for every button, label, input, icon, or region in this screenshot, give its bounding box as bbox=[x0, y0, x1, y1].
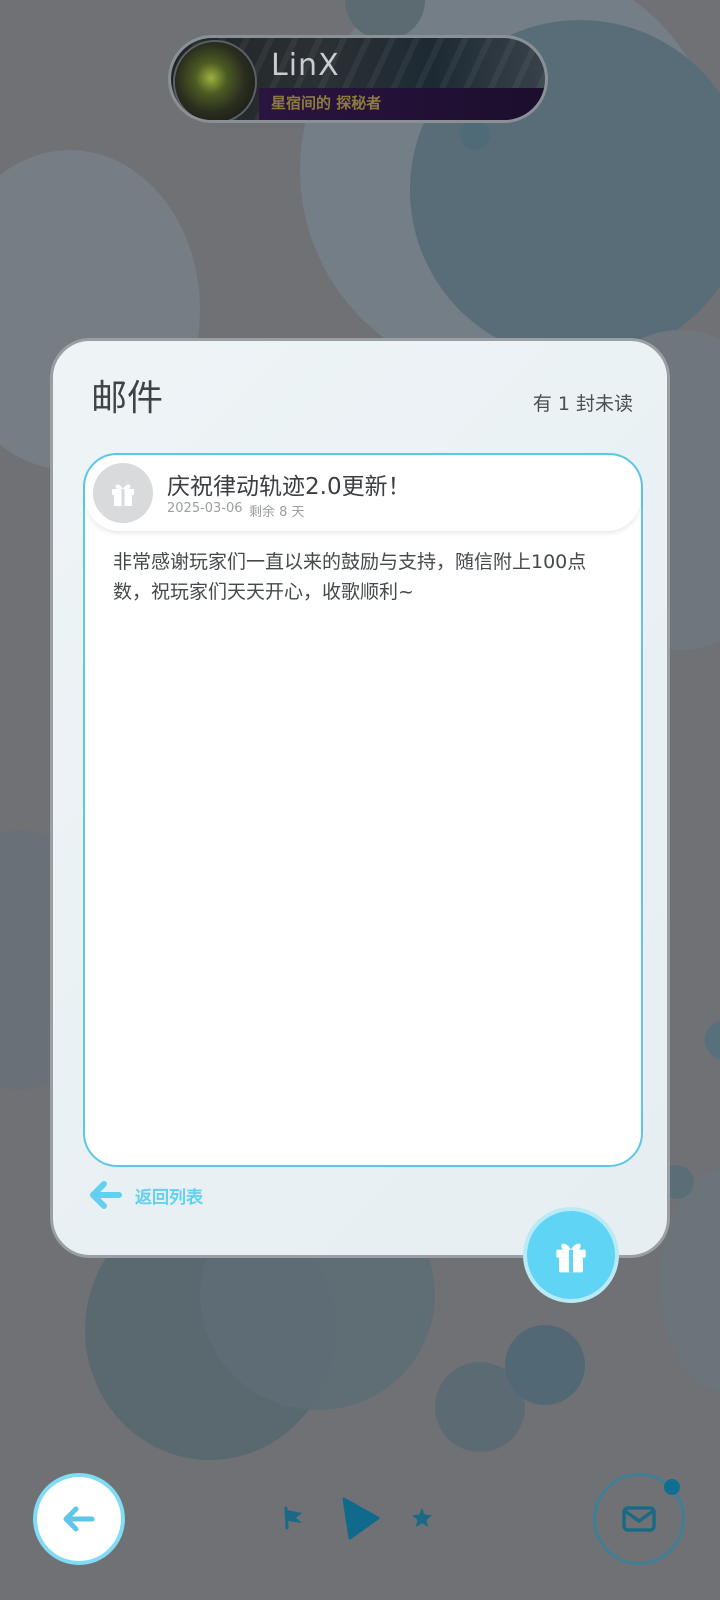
bg-bubble bbox=[705, 1020, 720, 1060]
mail-header: 庆祝律动轨迹2.0更新！ 2025-03-06 剩余 8 天 bbox=[85, 455, 641, 531]
player-name: LinX bbox=[271, 48, 340, 83]
mail-detail: 庆祝律动轨迹2.0更新！ 2025-03-06 剩余 8 天 非常感谢玩家们一直… bbox=[83, 453, 643, 1303]
player-profile-card[interactable]: LinX 星宿间的 探秘者 bbox=[168, 35, 548, 123]
claim-gift-button[interactable] bbox=[523, 1207, 619, 1303]
back-button[interactable] bbox=[33, 1473, 125, 1565]
envelope-icon bbox=[622, 1506, 656, 1532]
back-to-list-label: 返回列表 bbox=[135, 1187, 203, 1208]
back-to-list-button[interactable]: 返回列表 bbox=[89, 1179, 203, 1211]
mail-date: 2025-03-06 bbox=[167, 501, 243, 516]
bg-bubble bbox=[460, 120, 490, 150]
mail-expiry: 剩余 8 天 bbox=[249, 505, 305, 520]
mail-subject: 庆祝律动轨迹2.0更新！ bbox=[167, 474, 411, 500]
star-icon[interactable] bbox=[410, 1506, 434, 1530]
mail-body: 非常感谢玩家们一直以来的鼓励与支持，随信附上100点数，祝玩家们天天开心，收歌顺… bbox=[113, 551, 587, 603]
gift-icon bbox=[556, 1243, 586, 1273]
arrow-left-icon bbox=[63, 1506, 95, 1532]
arrow-left-icon bbox=[90, 1181, 122, 1209]
gift-icon bbox=[93, 463, 153, 523]
unread-badge-dot bbox=[664, 1479, 680, 1495]
player-title: 星宿间的 探秘者 bbox=[271, 94, 382, 112]
mailbox-panel: 邮件 有 1 封未读 庆祝律动轨迹2.0更新！ 2025-03-06 剩余 8 … bbox=[50, 338, 670, 1303]
mailbox-title: 邮件 bbox=[91, 378, 164, 419]
play-icon[interactable] bbox=[340, 1496, 382, 1540]
avatar bbox=[175, 42, 255, 120]
flag-icon[interactable] bbox=[282, 1506, 306, 1530]
bg-bubble bbox=[505, 1325, 585, 1405]
unread-count: 有 1 封未读 bbox=[532, 393, 633, 415]
